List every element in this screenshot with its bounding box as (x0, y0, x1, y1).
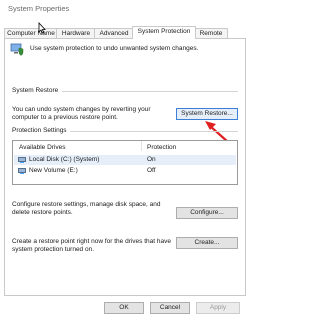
protection-status: Off (147, 167, 156, 174)
column-header-available-drives[interactable]: Available Drives (19, 144, 65, 151)
configure-description: Configure restore settings, manage disk … (12, 201, 161, 216)
table-row[interactable]: New Volume (E:) Off (14, 166, 236, 176)
apply-button[interactable]: Apply (196, 302, 240, 314)
column-separator (141, 141, 142, 151)
create-description: Create a restore point right now for the… (12, 238, 171, 253)
cancel-button[interactable]: Cancel (150, 302, 190, 314)
configure-button[interactable]: Configure... (176, 207, 238, 219)
ok-button[interactable]: OK (104, 302, 144, 314)
drive-name: Local Disk (C:) (System) (29, 156, 100, 163)
create-button[interactable]: Create... (176, 237, 238, 249)
drive-icon (18, 157, 26, 163)
drive-icon (18, 168, 26, 174)
protection-settings-heading: Protection Settings (12, 127, 67, 134)
tab-system-protection[interactable]: System Protection (132, 26, 196, 39)
column-header-protection[interactable]: Protection (147, 144, 176, 151)
drives-list[interactable]: Available Drives Protection Local Disk (… (12, 140, 238, 185)
protection-status: On (147, 156, 156, 163)
drive-name: New Volume (E:) (29, 167, 78, 174)
protection-settings-divider (70, 131, 238, 132)
table-row[interactable]: Local Disk (C:) (System) On (14, 155, 236, 165)
